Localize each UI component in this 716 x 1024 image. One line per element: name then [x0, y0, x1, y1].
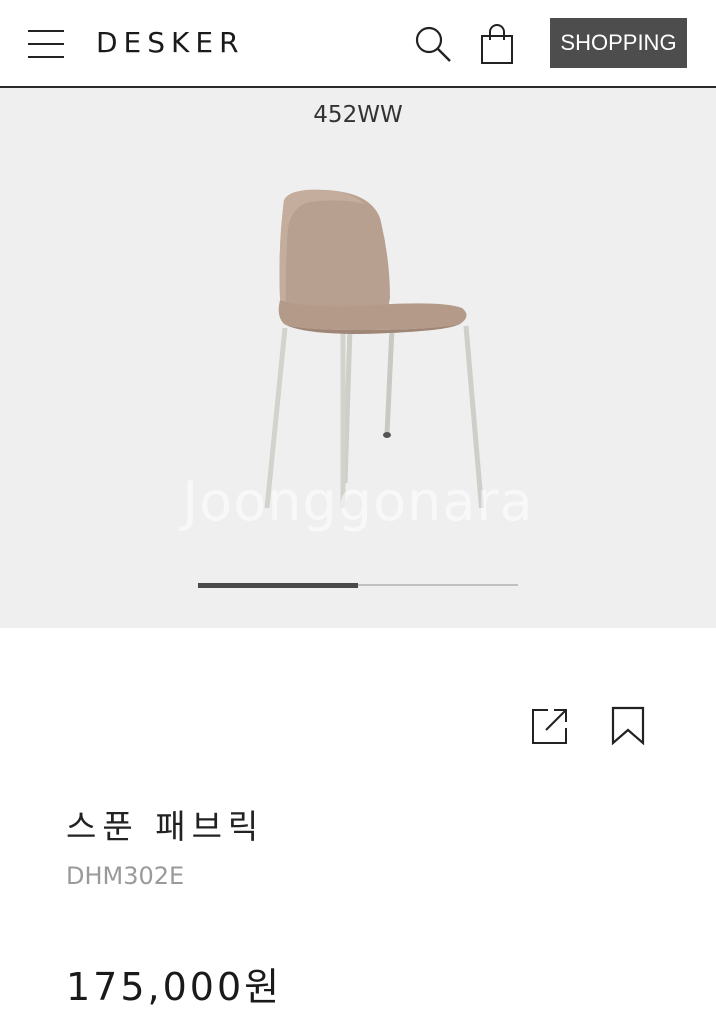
watermark-text: Joonggonara: [182, 470, 534, 533]
product-price: 175,000원: [66, 965, 283, 1009]
progress-fill: [198, 583, 358, 588]
product-image-gallery[interactable]: 452WW Joonggonara: [0, 88, 716, 628]
shopping-button[interactable]: SHOPPING: [550, 18, 687, 68]
top-header: DESKER SHOPPING: [0, 0, 716, 88]
menu-line: [28, 56, 64, 58]
search-icon[interactable]: [413, 24, 453, 64]
shopping-bag-icon[interactable]: [479, 24, 515, 66]
model-label: 452WW: [313, 102, 403, 128]
menu-line: [28, 43, 64, 45]
gallery-progress-bar[interactable]: [198, 583, 518, 588]
product-name: 스푼 패브릭: [66, 807, 265, 846]
chair-image: [264, 189, 485, 508]
brand-logo[interactable]: DESKER: [96, 26, 245, 59]
product-code: DHM302E: [66, 862, 185, 890]
menu-icon[interactable]: [28, 28, 66, 60]
menu-line: [28, 30, 64, 32]
share-icon[interactable]: [530, 706, 570, 746]
bookmark-icon[interactable]: [610, 706, 646, 746]
